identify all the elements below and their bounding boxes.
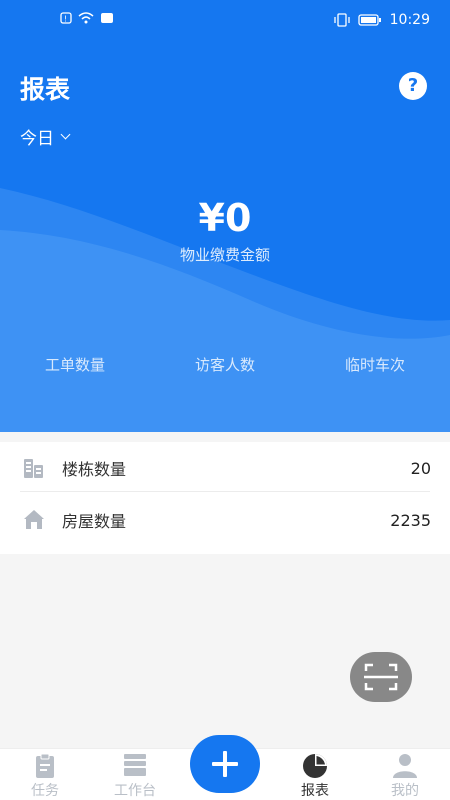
tab-label: 任务 [31, 783, 59, 799]
stat-work-orders[interactable]: 工单数量 [0, 354, 150, 375]
plus-icon [212, 751, 238, 777]
tab-label: 报表 [301, 783, 329, 799]
period-label: 今日 [20, 129, 54, 149]
status-time: 10:29 [389, 12, 430, 28]
add-button[interactable] [190, 735, 260, 793]
list-item-houses[interactable]: 房屋数量 2235 [0, 494, 450, 546]
battery-icon [357, 14, 381, 26]
list-item-label: 房屋数量 [62, 512, 127, 531]
pie-chart-icon [303, 754, 327, 778]
tab-tasks[interactable]: 任务 [0, 749, 90, 800]
status-bar: ! 10:29 [0, 0, 450, 38]
list-item-label: 楼栋数量 [62, 460, 127, 479]
summary-list: 楼栋数量 20 房屋数量 2235 [0, 442, 450, 554]
sim-icon: ! [60, 12, 72, 24]
user-icon [393, 754, 417, 778]
tab-workbench[interactable]: 工作台 [90, 749, 180, 800]
tab-profile[interactable]: 我的 [360, 749, 450, 800]
stack-icon [124, 754, 146, 776]
building-icon [24, 459, 43, 478]
page-title: 报表 [20, 75, 71, 104]
list-item-value: 20 [410, 458, 431, 478]
payment-amount-label: 物业缴费金额 [179, 246, 270, 264]
svg-text:!: ! [64, 15, 67, 24]
house-icon [24, 510, 44, 529]
cloud-icon [101, 13, 113, 23]
payment-amount: ¥0 [198, 196, 252, 240]
status-icons-left: ! [60, 12, 114, 24]
report-hero: ! 10:29 报表 ? 今日 ¥0 物业缴费金额 工单数量 访客人数 临时车次 [0, 0, 450, 432]
help-button[interactable]: ? [399, 72, 427, 100]
divider [20, 491, 430, 492]
vibrate-icon [333, 13, 350, 27]
period-selector[interactable]: 今日 [20, 124, 71, 149]
clipboard-icon [36, 753, 54, 778]
stat-temp-vehicles[interactable]: 临时车次 [300, 354, 450, 375]
scan-icon [364, 663, 398, 691]
tab-label: 我的 [391, 783, 419, 799]
wifi-icon [78, 12, 94, 24]
status-icons-right: 10:29 [333, 12, 430, 28]
tab-reports[interactable]: 报表 [270, 749, 360, 800]
scan-button[interactable] [350, 652, 412, 702]
list-item-value: 2235 [390, 510, 431, 530]
chevron-down-icon [60, 129, 71, 140]
stat-visitors[interactable]: 访客人数 [150, 354, 300, 375]
list-item-buildings[interactable]: 楼栋数量 20 [0, 442, 450, 494]
tab-label: 工作台 [114, 783, 156, 799]
stats-row: 工单数量 访客人数 临时车次 [0, 354, 450, 375]
